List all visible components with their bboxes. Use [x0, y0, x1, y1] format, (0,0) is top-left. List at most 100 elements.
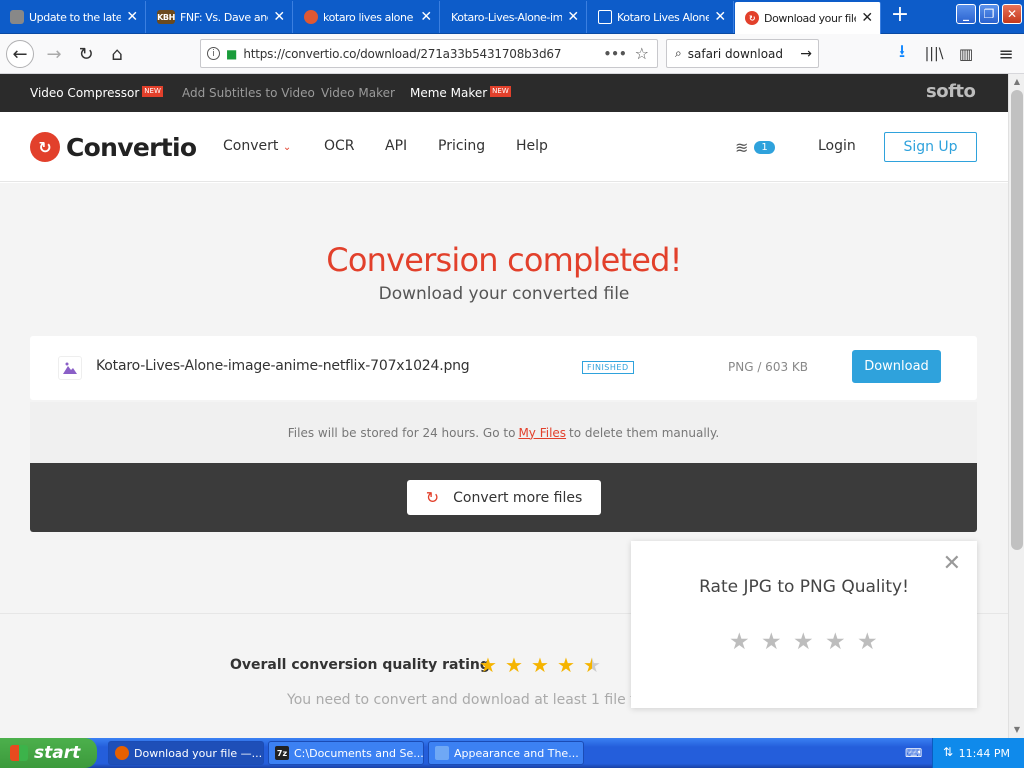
my-files-link[interactable]: My Files	[518, 426, 566, 440]
library-button[interactable]: |||\	[920, 40, 948, 68]
menu-button[interactable]: ≡	[992, 40, 1020, 68]
search-input[interactable]: ⌕ safari download →	[666, 39, 819, 68]
nav-help[interactable]: Help	[516, 138, 548, 154]
close-icon[interactable]: ✕	[419, 10, 433, 24]
nav-ocr[interactable]: OCR	[324, 138, 355, 154]
library-icon: |||\	[924, 46, 944, 62]
taskbar-label: Download your file —...	[134, 746, 263, 760]
tab-kotaro-search[interactable]: kotaro lives alone ✕	[294, 1, 440, 33]
topbar-video-compressor[interactable]: Video Compressor NEW	[30, 86, 163, 100]
page-scrollbar[interactable]: ▲ ▼	[1008, 74, 1024, 738]
tab-label: Kotaro-Lives-Alone-ima	[451, 10, 562, 24]
star-icon: ★	[505, 653, 523, 677]
download-icon: ⭳	[898, 41, 906, 62]
close-icon[interactable]: ✕	[272, 10, 286, 24]
tab-update[interactable]: Update to the latest ✕	[0, 1, 146, 33]
rating-star-2[interactable]: ★	[761, 629, 782, 655]
taskbar-item-firefox[interactable]: Download your file —...	[108, 741, 264, 765]
keyboard-icon[interactable]: ⌨	[905, 746, 922, 760]
tab-label: FNF: Vs. Dave and	[180, 10, 268, 24]
apple-icon	[10, 10, 24, 24]
close-window-button[interactable]: ✕	[1002, 4, 1022, 24]
reload-button[interactable]: ↻	[72, 40, 100, 68]
kbh-icon: KBH	[157, 10, 175, 24]
nav-api[interactable]: API	[385, 138, 407, 154]
convertio-logo-icon: ↻	[30, 132, 60, 162]
star-icon: ★	[531, 653, 549, 677]
url-text[interactable]: https://convertio.co/download/271a33b543…	[243, 47, 595, 61]
layers-count-badge: 1	[754, 141, 775, 154]
close-icon[interactable]: ✕	[860, 11, 874, 25]
network-icon[interactable]: ⇅	[943, 745, 953, 759]
softo-logo[interactable]: softo	[926, 81, 976, 102]
close-icon[interactable]: ✕	[125, 10, 139, 24]
layers-button[interactable]: ≋ 1	[735, 138, 775, 157]
home-icon: ⌂	[111, 43, 123, 65]
taskbar-item-7zip[interactable]: 7z C:\Documents and Se...	[268, 741, 424, 765]
new-tab-button[interactable]: +	[888, 4, 912, 28]
home-button[interactable]: ⌂	[103, 40, 131, 68]
scrollbar-thumb[interactable]	[1011, 90, 1023, 550]
system-tray: ⇅ 11:44 PM	[932, 738, 1024, 768]
download-button[interactable]: Download	[852, 350, 941, 383]
more-icon[interactable]: •••	[604, 47, 627, 61]
tab-label: Kotaro Lives Alone	[617, 10, 709, 24]
info-icon[interactable]: i	[207, 47, 220, 60]
rating-star-5[interactable]: ★	[857, 629, 878, 655]
sidebar-button[interactable]: ▥	[952, 40, 980, 68]
arrow-right-icon: →	[46, 43, 62, 65]
tab-label: Download your file	[764, 11, 856, 25]
status-badge: FINISHED	[582, 361, 634, 374]
downloads-button[interactable]: ⭳	[888, 40, 916, 68]
topbar-label: Meme Maker	[410, 86, 488, 100]
signup-button[interactable]: Sign Up	[884, 132, 977, 162]
nav-pricing[interactable]: Pricing	[438, 138, 485, 154]
site-header: ↻ Convertio Convert ⌄ OCR API Pricing He…	[0, 112, 1008, 182]
maximize-button[interactable]: ❐	[979, 4, 999, 24]
back-button[interactable]: ←	[6, 40, 34, 68]
login-link[interactable]: Login	[818, 138, 856, 154]
star-icon: ★	[557, 653, 575, 677]
close-icon[interactable]: ✕	[943, 553, 961, 575]
topbar-meme-maker[interactable]: Meme Maker NEW	[410, 86, 511, 100]
logo-text: Convertio	[66, 132, 197, 162]
rating-star-3[interactable]: ★	[793, 629, 814, 655]
convertio-logo[interactable]: ↻ Convertio	[30, 132, 197, 162]
start-button[interactable]: start	[0, 738, 97, 768]
clock[interactable]: 11:44 PM	[959, 747, 1010, 760]
layers-icon: ≋	[735, 138, 749, 157]
convert-more-button[interactable]: ↻ Convert more files	[407, 480, 601, 515]
tab-fnf[interactable]: KBH FNF: Vs. Dave and ✕	[147, 1, 293, 33]
tab-kotaro-image[interactable]: Kotaro-Lives-Alone-ima ✕	[441, 1, 587, 33]
file-name: Kotaro-Lives-Alone-image-anime-netflix-7…	[96, 358, 470, 374]
windows-taskbar: start Download your file —... 7z C:\Docu…	[0, 738, 1024, 768]
storage-note-text: to delete them manually.	[569, 425, 720, 440]
scroll-up-icon[interactable]: ▲	[1009, 74, 1024, 90]
overall-rating-label: Overall conversion quality rating	[230, 657, 490, 673]
reload-icon: ↻	[78, 43, 94, 65]
app: Update to the latest ✕ KBH FNF: Vs. Dave…	[0, 0, 1024, 768]
tab-kotaro-tv[interactable]: Kotaro Lives Alone ✕	[588, 1, 734, 33]
convert-more-label: Convert more files	[453, 489, 583, 506]
close-icon[interactable]: ✕	[713, 10, 727, 24]
firefox-icon	[115, 746, 129, 760]
scroll-down-icon[interactable]: ▼	[1009, 722, 1024, 738]
file-info: PNG / 603 KB	[728, 360, 809, 374]
search-icon: ⌕	[675, 46, 682, 60]
minimize-button[interactable]: _	[956, 4, 976, 24]
topbar-add-subtitles[interactable]: Add Subtitles to Video	[182, 86, 315, 100]
rating-star-1[interactable]: ★	[729, 629, 750, 655]
tab-download[interactable]: ↻ Download your file ✕	[735, 2, 881, 34]
new-badge: NEW	[142, 86, 163, 97]
url-bar[interactable]: i ■ https://convertio.co/download/271a33…	[200, 39, 658, 68]
topbar-video-maker[interactable]: Video Maker	[321, 86, 395, 100]
close-icon[interactable]: ✕	[566, 10, 580, 24]
rating-star-4[interactable]: ★	[825, 629, 846, 655]
start-label: start	[34, 743, 81, 763]
taskbar-item-appearance[interactable]: Appearance and The...	[428, 741, 584, 765]
forward-button[interactable]: →	[40, 40, 68, 68]
nav-convert[interactable]: Convert ⌄	[223, 138, 291, 154]
arrow-right-icon[interactable]: →	[800, 46, 812, 62]
star-icon[interactable]: ☆	[635, 44, 649, 63]
lock-icon: ■	[226, 46, 238, 61]
